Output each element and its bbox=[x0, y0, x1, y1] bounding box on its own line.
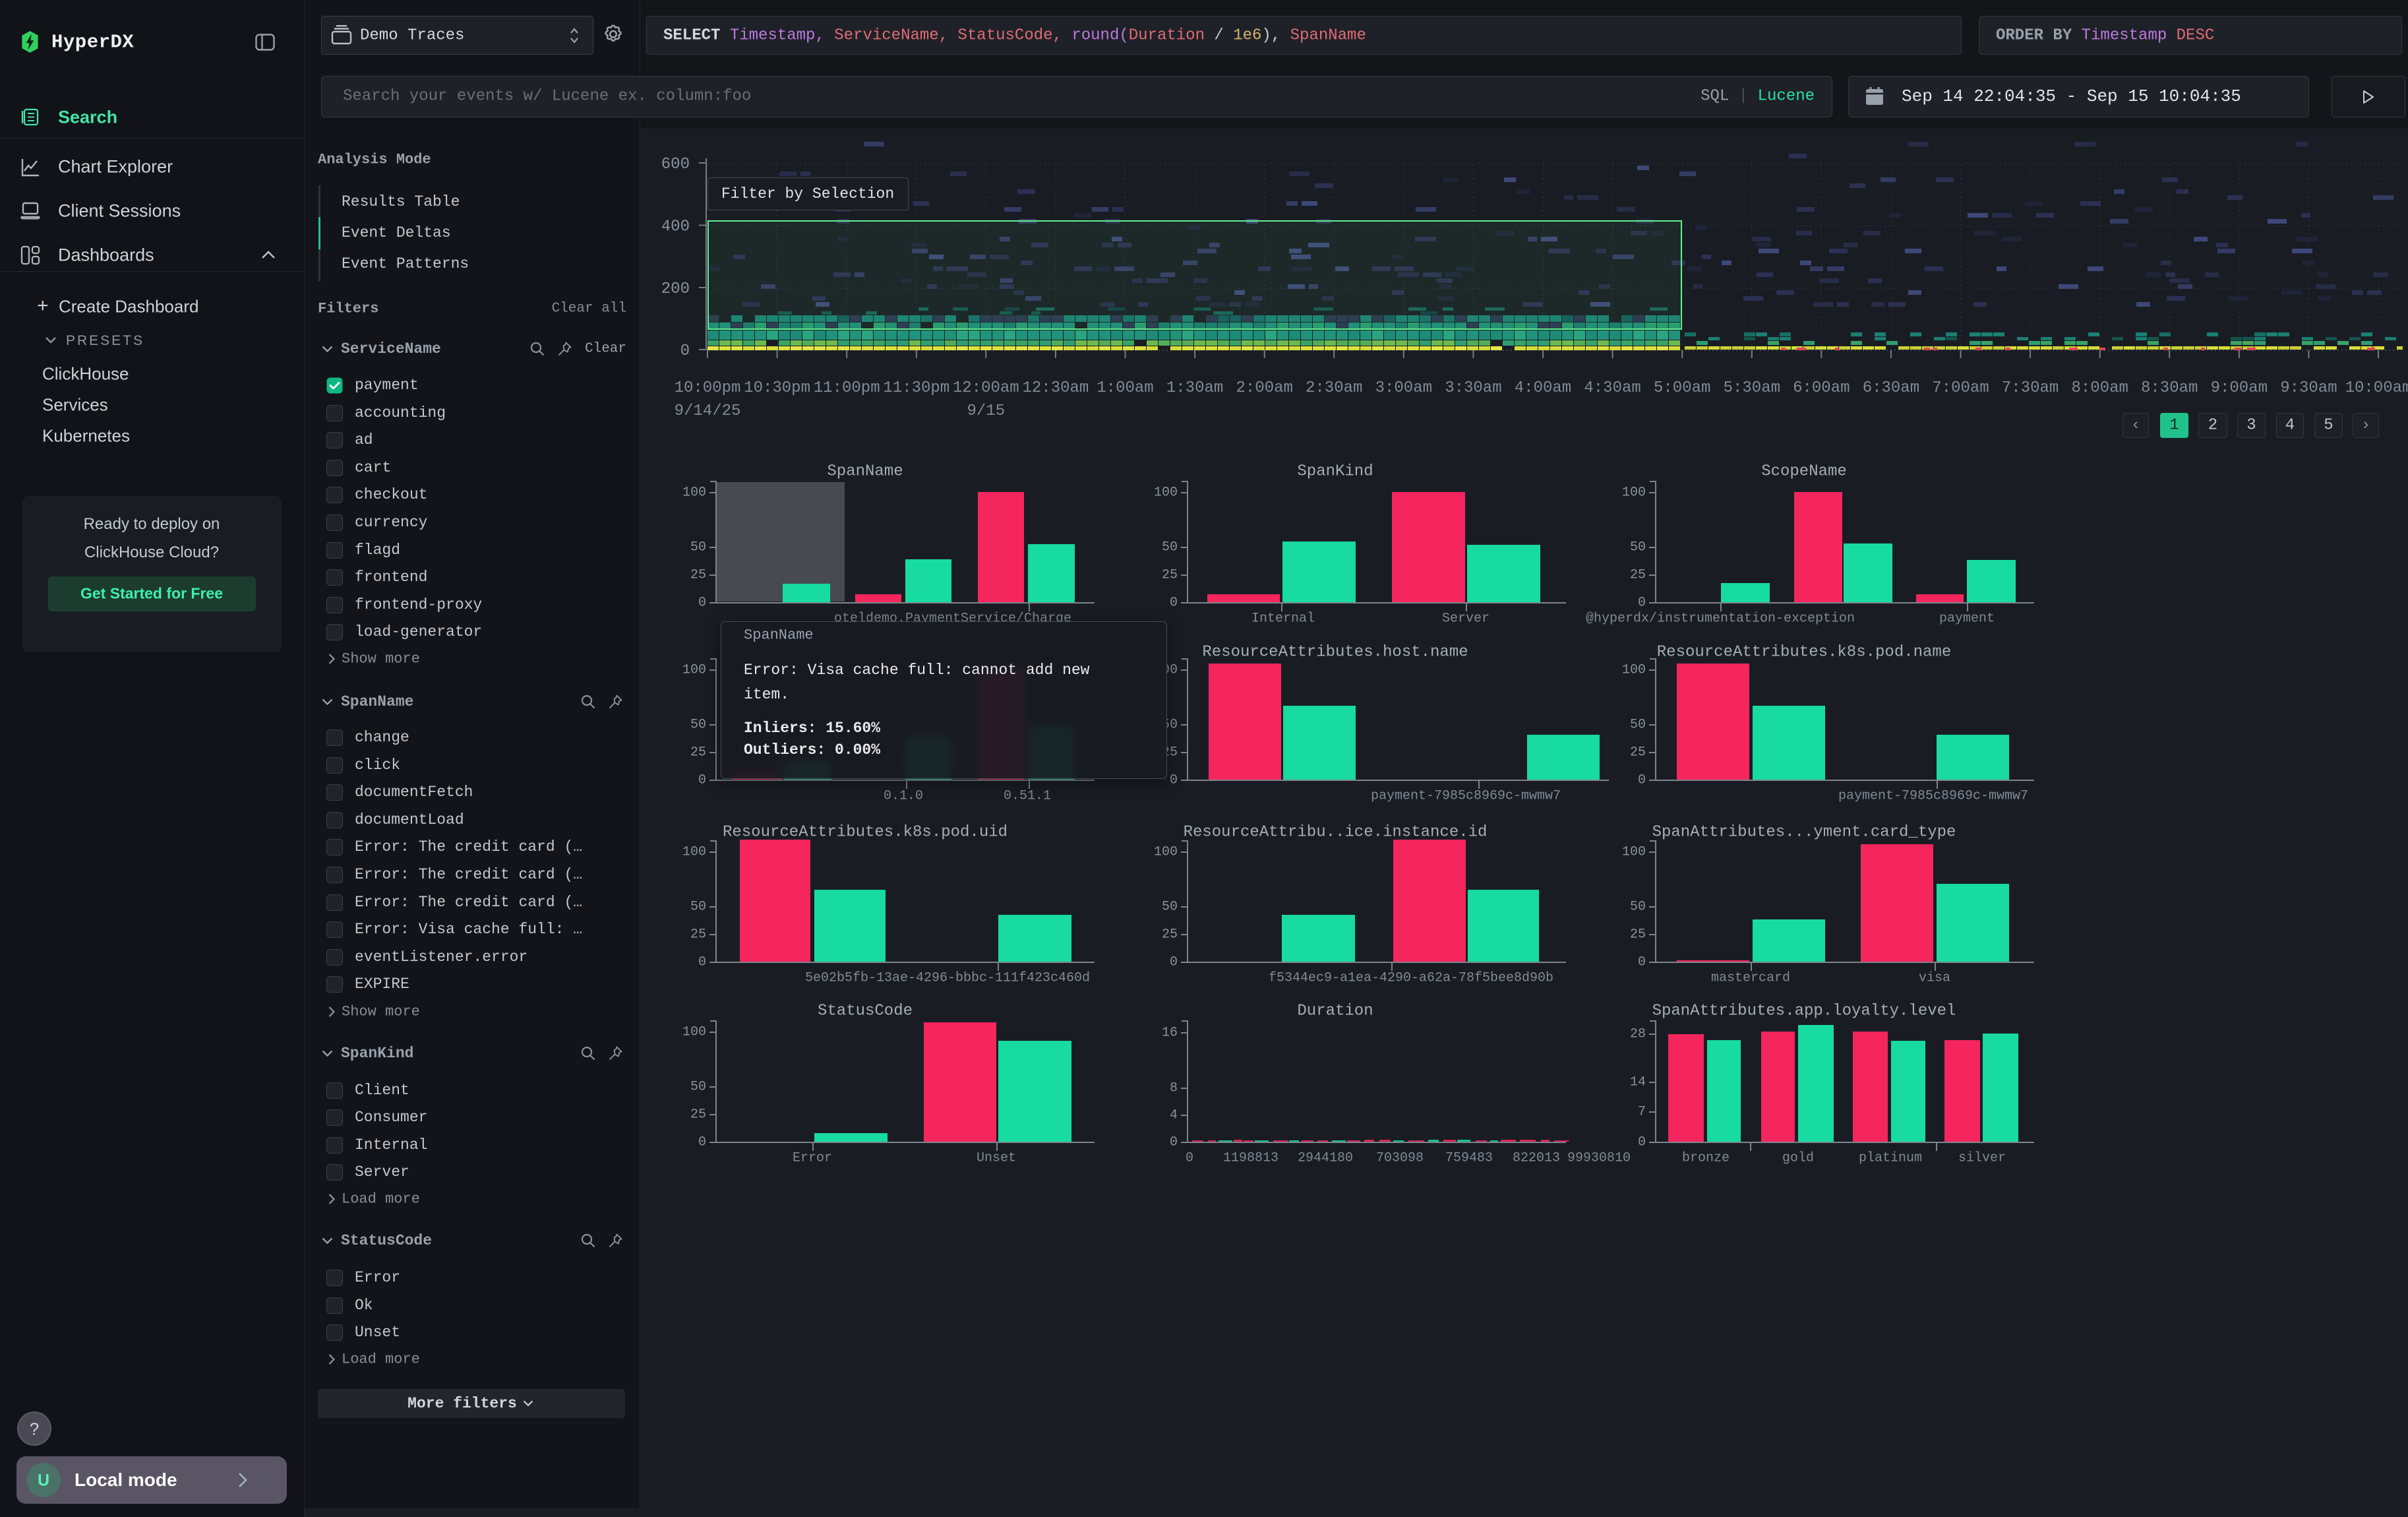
svg-text:12:00am: 12:00am bbox=[953, 379, 1019, 397]
svg-text:12:30am: 12:30am bbox=[1022, 379, 1089, 397]
svg-text:4:00am: 4:00am bbox=[1515, 379, 1571, 397]
svg-text:9/14/25: 9/14/25 bbox=[675, 402, 741, 420]
svg-text:9:00am: 9:00am bbox=[2211, 379, 2268, 397]
svg-text:8:30am: 8:30am bbox=[2141, 379, 2198, 397]
svg-text:10:00pm: 10:00pm bbox=[675, 379, 741, 397]
svg-text:10:30pm: 10:30pm bbox=[744, 379, 810, 397]
svg-text:3:30am: 3:30am bbox=[1445, 379, 1501, 397]
svg-text:5:00am: 5:00am bbox=[1654, 379, 1710, 397]
svg-text:4:30am: 4:30am bbox=[1584, 379, 1640, 397]
svg-text:9/15: 9/15 bbox=[967, 402, 1005, 420]
svg-text:6:00am: 6:00am bbox=[1793, 379, 1850, 397]
svg-text:600: 600 bbox=[661, 156, 690, 173]
svg-text:1:00am: 1:00am bbox=[1097, 379, 1153, 397]
svg-text:9:30am: 9:30am bbox=[2280, 379, 2337, 397]
svg-text:11:30pm: 11:30pm bbox=[883, 379, 949, 397]
svg-text:200: 200 bbox=[661, 280, 690, 298]
svg-text:2:00am: 2:00am bbox=[1236, 379, 1292, 397]
svg-text:10:00am: 10:00am bbox=[2345, 379, 2408, 397]
svg-text:0: 0 bbox=[680, 342, 690, 360]
svg-text:400: 400 bbox=[661, 218, 690, 236]
svg-text:11:00pm: 11:00pm bbox=[814, 379, 880, 397]
svg-text:2:30am: 2:30am bbox=[1306, 379, 1362, 397]
svg-text:3:00am: 3:00am bbox=[1375, 379, 1432, 397]
svg-text:7:00am: 7:00am bbox=[1932, 379, 1989, 397]
svg-text:8:00am: 8:00am bbox=[2071, 379, 2128, 397]
svg-text:5:30am: 5:30am bbox=[1724, 379, 1780, 397]
svg-text:1:30am: 1:30am bbox=[1166, 379, 1223, 397]
svg-text:6:30am: 6:30am bbox=[1863, 379, 1919, 397]
svg-text:7:30am: 7:30am bbox=[2002, 379, 2059, 397]
